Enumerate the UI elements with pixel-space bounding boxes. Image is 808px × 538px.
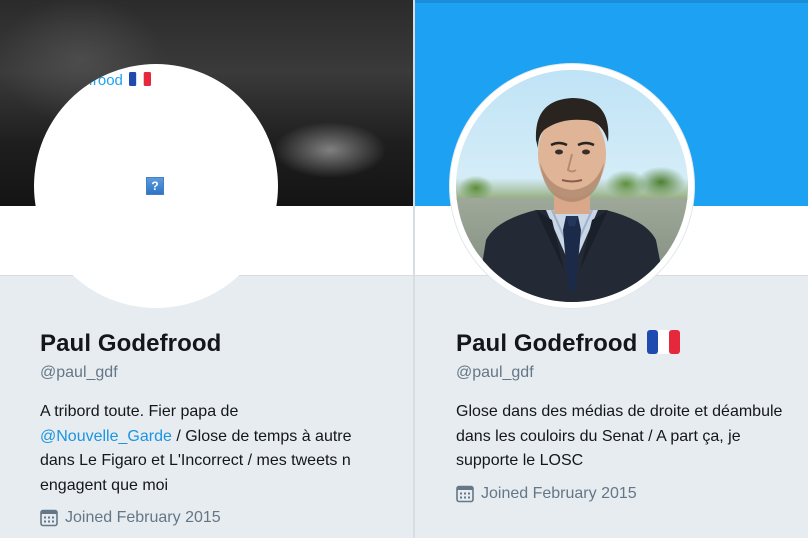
profile-handle[interactable]: @paul_gdf	[456, 364, 534, 382]
joined-label: Joined February 2015	[65, 509, 221, 526]
joined-date: Joined February 2015	[456, 485, 637, 503]
joined-label: Joined February 2015	[481, 485, 637, 502]
avatar-alt-text: defrood	[72, 72, 151, 90]
flag-france-icon	[128, 72, 151, 90]
joined-date: Joined February 2015	[40, 509, 221, 527]
profile-card-right: Paul Godefrood @paul_gdf Glose dans des …	[415, 0, 808, 538]
avatar-photo[interactable]	[450, 64, 694, 308]
avatar-broken-image[interactable]: defrood ?	[34, 64, 278, 308]
profile-bio: Glose dans des médias de droite et déamb…	[456, 403, 783, 469]
bio-text: A tribord toute. Fier papa de	[40, 403, 239, 420]
calendar-icon	[40, 509, 58, 527]
profile-bio: A tribord toute. Fier papa de @Nouvelle_G…	[40, 400, 380, 498]
flag-france-icon	[647, 330, 681, 361]
profile-name[interactable]: Paul Godefrood	[456, 330, 681, 361]
bio-mention-link[interactable]: @Nouvelle_Garde	[40, 428, 172, 445]
profile-handle[interactable]: @paul_gdf	[40, 364, 118, 382]
profile-name-text: Paul Godefrood	[456, 330, 638, 357]
calendar-icon	[456, 485, 474, 503]
profile-card-left: defrood ? Paul Godefrood @paul_gdf A tri…	[0, 0, 413, 538]
profile-name[interactable]: Paul Godefrood	[40, 330, 221, 358]
person-portrait	[476, 98, 668, 302]
broken-image-icon: ?	[146, 177, 164, 195]
